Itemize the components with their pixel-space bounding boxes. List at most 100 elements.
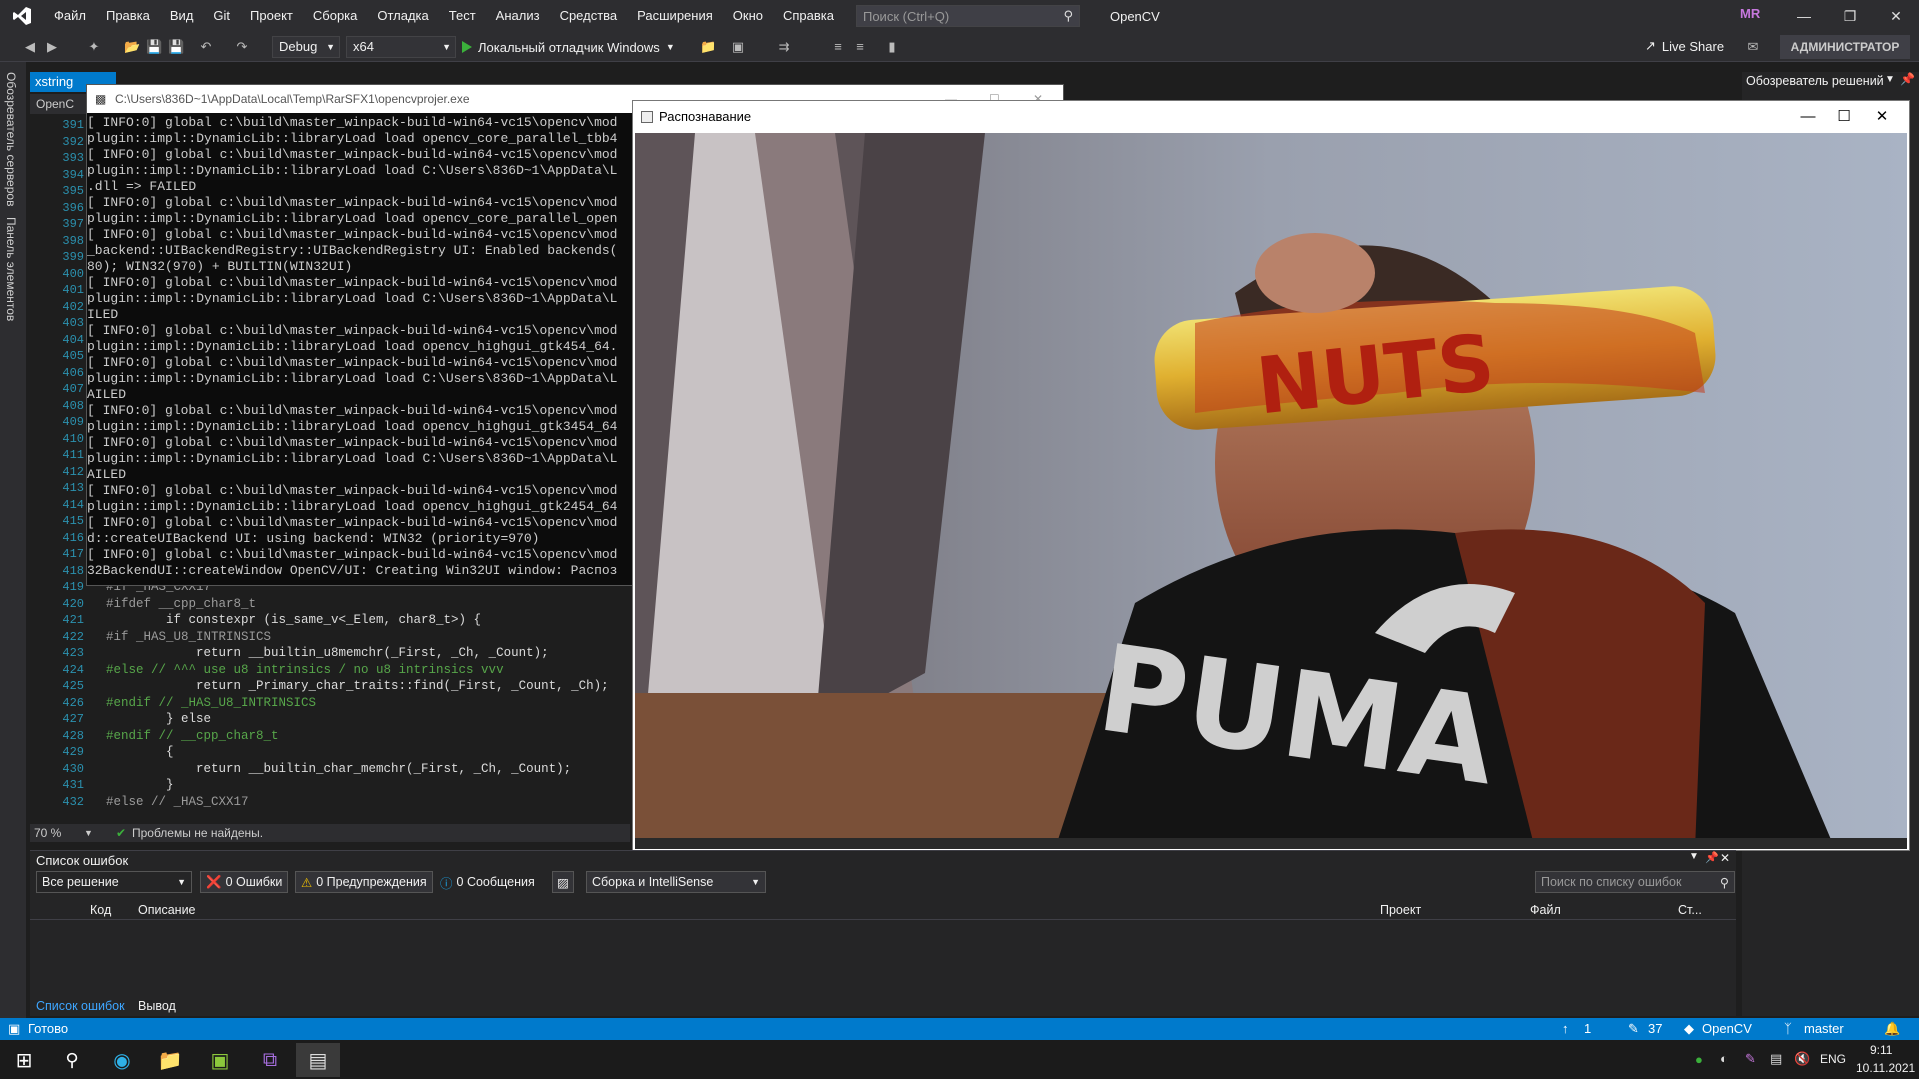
network-icon[interactable]: ▤ xyxy=(1770,1051,1782,1067)
screenshot-icon[interactable]: ▣ xyxy=(730,39,746,55)
menu-tools[interactable]: Средства xyxy=(550,0,628,32)
tray-icon[interactable]: ◐ xyxy=(1720,1051,1728,1066)
notifications-icon[interactable]: 🔔 xyxy=(1884,1021,1900,1037)
windows-start-icon[interactable]: ⊞ xyxy=(2,1043,46,1077)
panel-menu-icon[interactable]: ▼ xyxy=(1689,851,1699,862)
language-indicator[interactable]: ENG xyxy=(1820,1052,1846,1066)
save-icon[interactable]: 💾 xyxy=(146,39,162,55)
zoom-dropdown-icon[interactable]: ▼ xyxy=(84,824,93,842)
push-count[interactable]: 1 xyxy=(1584,1021,1591,1036)
menu-view[interactable]: Вид xyxy=(160,0,204,32)
build-filter-value: Сборка и IntelliSense xyxy=(592,875,714,889)
menu-file[interactable]: Файл xyxy=(44,0,96,32)
menu-project[interactable]: Проект xyxy=(240,0,303,32)
edge-icon[interactable]: ◉ xyxy=(100,1043,144,1077)
opencv-window-icon[interactable]: ▤ xyxy=(296,1043,340,1077)
minimize-icon[interactable]: — xyxy=(1781,0,1827,32)
code-line: #else // _HAS_CXX17 xyxy=(106,794,249,809)
warnings-filter-button[interactable]: ⚠ 0 Предупреждения xyxy=(295,871,433,893)
error-search-input[interactable]: Поиск по списку ошибок ⚲ xyxy=(1535,871,1735,893)
col-file[interactable]: Файл xyxy=(1530,903,1561,917)
menu-build[interactable]: Сборка xyxy=(303,0,368,32)
repo-icon[interactable]: ◆ xyxy=(1684,1021,1694,1037)
console-title: C:\Users\836D~1\AppData\Local\Temp\RarSF… xyxy=(115,92,470,106)
zoom-select[interactable]: 70 % xyxy=(34,824,61,842)
line-number: 405 xyxy=(62,349,84,363)
recognition-window[interactable]: Распознавание — ☐ ✕ PUMA NUTS xyxy=(632,100,1910,851)
line-number: 400 xyxy=(62,266,84,281)
menu-extensions[interactable]: Расширения xyxy=(627,0,723,32)
pin-icon[interactable]: 📌 xyxy=(1900,72,1915,86)
filter-icon[interactable]: ▨ xyxy=(552,871,574,893)
console-line: [ INFO:0] global c:\build\master_winpack… xyxy=(87,227,618,242)
start-debugging-button[interactable]: Локальный отладчик Windows ▼ xyxy=(462,36,675,58)
warning-icon: ⚠ xyxy=(301,875,313,890)
menu-git[interactable]: Git xyxy=(203,0,240,32)
tray-app-icon[interactable]: ● xyxy=(1695,1052,1703,1067)
search-input[interactable]: Поиск (Ctrl+Q) ⚲ xyxy=(855,5,1080,27)
clock-date[interactable]: 10.11.2021 xyxy=(1856,1061,1915,1075)
messages-filter-button[interactable]: ⓘ 0 Сообщения xyxy=(434,871,541,893)
col-project[interactable]: Проект xyxy=(1380,903,1421,917)
open-icon[interactable]: 📂 xyxy=(124,39,140,55)
solution-explorer-title[interactable]: Обозреватель решений xyxy=(1746,74,1884,88)
file-explorer-icon[interactable]: 📁 xyxy=(148,1043,192,1077)
close-icon[interactable]: ✕ xyxy=(1873,0,1919,32)
clock-time[interactable]: 9:11 xyxy=(1870,1043,1892,1057)
forward-icon[interactable]: ▶ xyxy=(44,39,60,55)
col-code[interactable]: Код xyxy=(90,903,111,917)
line-number: 423 xyxy=(62,646,84,660)
recog-close-icon[interactable]: ✕ xyxy=(1859,101,1905,133)
user-avatar[interactable]: MR xyxy=(1740,6,1764,26)
build-filter-select[interactable]: Сборка и IntelliSense ▼ xyxy=(586,871,766,893)
menu-help[interactable]: Справка xyxy=(773,0,844,32)
step-icon[interactable]: ⇉ xyxy=(776,39,792,55)
dropdown-icon[interactable]: ▼ xyxy=(1885,74,1895,85)
new-project-icon[interactable]: ✦ xyxy=(86,39,102,55)
feedback-icon[interactable]: ✉ xyxy=(1745,39,1761,55)
redo-icon[interactable]: ↷ xyxy=(234,39,250,55)
live-share-button[interactable]: ↗ Live Share xyxy=(1645,38,1724,54)
indent-icon[interactable]: ≡ xyxy=(830,39,846,55)
server-explorer-tab[interactable]: Обозреватель серверов xyxy=(4,72,18,206)
branch-icon[interactable]: ᛉ xyxy=(1784,1021,1792,1036)
error-list-title: Список ошибок xyxy=(36,853,129,868)
pin-icon[interactable]: 📌 xyxy=(1705,851,1719,864)
python-app-icon[interactable]: ▣ xyxy=(198,1043,242,1077)
visual-studio-logo-icon[interactable] xyxy=(0,0,44,32)
outdent-icon[interactable]: ≡ xyxy=(852,39,868,55)
col-line[interactable]: Ст... xyxy=(1678,903,1702,917)
bookmark-icon[interactable]: ▮ xyxy=(884,39,900,55)
config-select[interactable]: Debug ▼ xyxy=(272,36,340,58)
col-description[interactable]: Описание xyxy=(138,903,196,917)
volume-icon[interactable]: 🔇 xyxy=(1794,1051,1810,1067)
menu-test[interactable]: Тест xyxy=(439,0,486,32)
search-icon[interactable]: ⚲ xyxy=(50,1043,94,1077)
errors-filter-button[interactable]: ❌ 0 Ошибки xyxy=(200,871,289,893)
save-all-icon[interactable]: 💾 xyxy=(168,39,184,55)
scope-select[interactable]: Все решение ▼ xyxy=(36,871,192,893)
menu-window[interactable]: Окно xyxy=(723,0,773,32)
panel-close-icon[interactable]: ✕ xyxy=(1720,851,1730,865)
push-icon[interactable]: ↑ xyxy=(1562,1021,1569,1036)
edit-icon[interactable]: ✎ xyxy=(1628,1021,1639,1037)
pen-icon[interactable]: ✎ xyxy=(1745,1051,1756,1067)
restore-icon[interactable]: ❐ xyxy=(1827,0,1873,32)
branch-name[interactable]: master xyxy=(1804,1021,1844,1036)
line-number: 417 xyxy=(62,547,84,561)
menu-debug[interactable]: Отладка xyxy=(367,0,438,32)
tab-output[interactable]: Вывод xyxy=(138,999,176,1013)
platform-select[interactable]: x64 ▼ xyxy=(346,36,456,58)
line-number: 413 xyxy=(62,481,84,495)
toolbox-tab[interactable]: Панель элементов xyxy=(4,217,18,321)
changes-count[interactable]: 37 xyxy=(1648,1021,1662,1036)
back-icon[interactable]: ◀ xyxy=(22,39,38,55)
folder-icon[interactable]: 📁 xyxy=(700,39,716,55)
menu-analyze[interactable]: Анализ xyxy=(486,0,550,32)
tab-error-list[interactable]: Список ошибок xyxy=(36,999,125,1013)
menu-edit[interactable]: Правка xyxy=(96,0,160,32)
visual-studio-icon[interactable]: ⧉ xyxy=(248,1043,292,1077)
check-icon: ✔ xyxy=(116,826,127,840)
undo-icon[interactable]: ↶ xyxy=(198,39,214,55)
repo-name[interactable]: OpenCV xyxy=(1702,1021,1752,1036)
